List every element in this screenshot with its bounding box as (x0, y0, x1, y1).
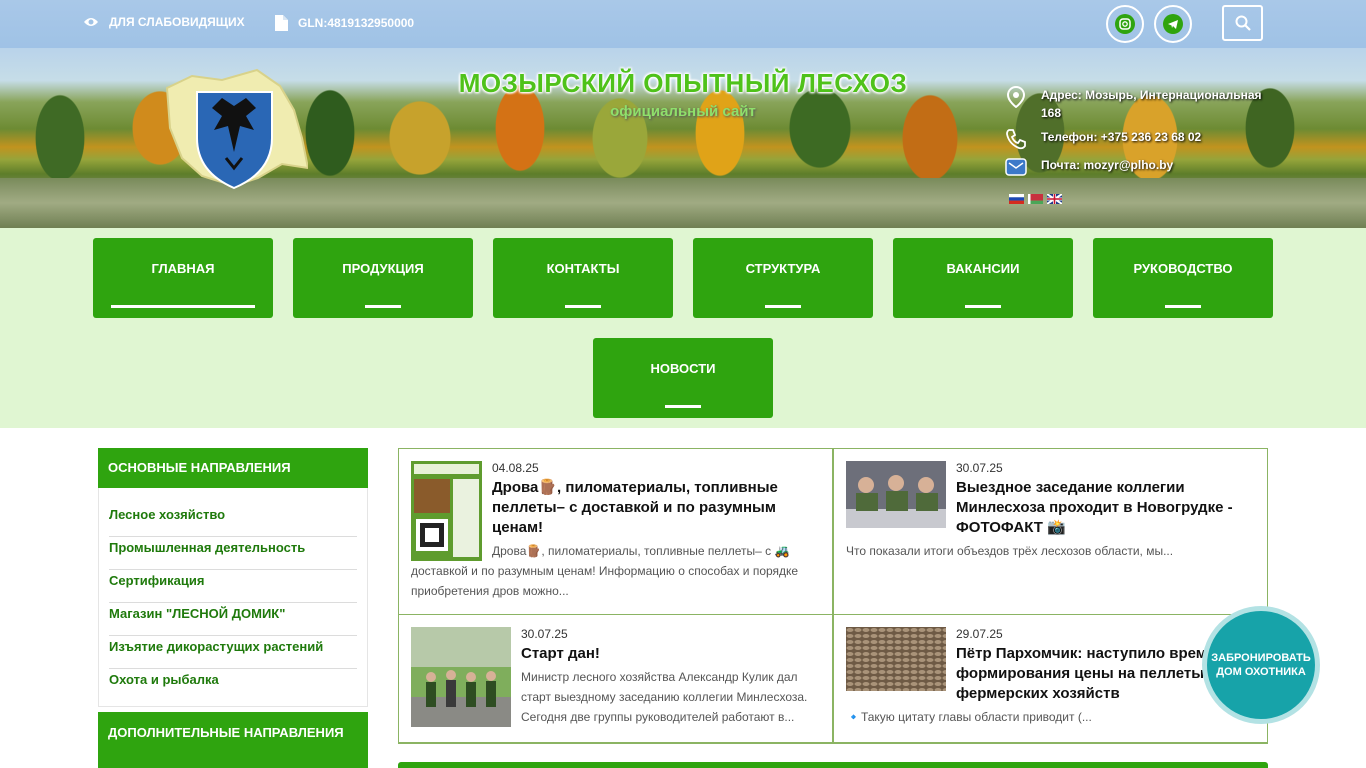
email-text: Почта: mozyr@plho.by (1041, 158, 1174, 172)
accessibility-link[interactable]: ДЛЯ СЛАБОВИДЯЩИХ (83, 15, 245, 29)
nav-item-vacancies[interactable]: ВАКАНСИИ (893, 238, 1073, 318)
sidebar-main-heading: ОСНОВНЫЕ НАПРАВЛЕНИЯ (98, 448, 368, 488)
nav-item-home[interactable]: ГЛАВНАЯ (93, 238, 273, 318)
nav-underline (765, 305, 801, 308)
nav-item-news[interactable]: НОВОСТИ (593, 338, 773, 418)
region-emblem-logo[interactable] (162, 68, 308, 190)
site-subtitle: официальный сайт (610, 103, 756, 120)
instagram-icon (1115, 14, 1135, 34)
nav-underline (1165, 305, 1201, 308)
news-title[interactable]: Дрова🪵, пиломатериалы, топливные пеллеты… (492, 478, 820, 538)
contact-address: Адрес: Мозырь, Интернациональная 168 (1005, 86, 1263, 122)
contact-phone[interactable]: Телефон: +375 236 23 68 02 (1005, 128, 1263, 150)
book-hunter-house-button[interactable]: ЗАБРОНИРОВАТЬ ДОМ ОХОТНИКА (1202, 606, 1320, 724)
sidebar-item-industry[interactable]: Промышленная деятельность (109, 537, 357, 570)
news-thumbnail[interactable] (411, 461, 482, 561)
site-title: МОЗЫРСКИЙ ОПЫТНЫЙ ЛЕСХОЗ (458, 68, 908, 98)
news-excerpt: 🔹Такую цитату главы области приводит (..… (846, 710, 1092, 724)
main-navigation: ГЛАВНАЯ ПРОДУКЦИЯ КОНТАКТЫ СТРУКТУРА ВАК… (0, 228, 1366, 428)
belarusian-flag-icon[interactable] (1028, 194, 1043, 204)
search-icon (1235, 15, 1251, 31)
sidebar-item-shop[interactable]: Магазин "ЛЕСНОЙ ДОМИК" (109, 603, 357, 636)
nav-item-structure[interactable]: СТРУКТУРА (693, 238, 873, 318)
sidebar-item-hunting-fishing[interactable]: Охота и рыбалка (109, 669, 357, 702)
nav-item-label: ВАКАНСИИ (946, 261, 1020, 276)
language-switcher (1009, 194, 1062, 204)
news-date: 30.07.25 (521, 627, 568, 641)
news-grid: 04.08.25 Дрова🪵, пиломатериалы, топливны… (398, 448, 1268, 744)
sidebar-item-certification[interactable]: Сертификация (109, 570, 357, 603)
phone-text: Телефон: +375 236 23 68 02 (1041, 130, 1202, 144)
nav-item-label: ГЛАВНАЯ (151, 261, 215, 276)
nav-item-label: СТРУКТУРА (745, 261, 821, 276)
news-thumbnail[interactable] (846, 461, 946, 528)
eye-icon (84, 18, 98, 26)
book-hunter-house-label: ЗАБРОНИРОВАТЬ ДОМ ОХОТНИКА (1207, 611, 1315, 719)
sidebar-item-wild-plants[interactable]: Изъятие дикорастущих растений (109, 636, 357, 669)
phone-icon (1006, 129, 1026, 150)
telegram-button[interactable] (1154, 5, 1192, 43)
document-icon (275, 15, 288, 31)
instagram-button[interactable] (1106, 5, 1144, 43)
nav-underline (665, 405, 701, 408)
telegram-icon (1163, 14, 1183, 34)
nav-item-products[interactable]: ПРОДУКЦИЯ (293, 238, 473, 318)
nav-item-label: НОВОСТИ (650, 361, 716, 376)
next-section-header (398, 762, 1268, 768)
address-text: Адрес: Мозырь, Интернациональная 168 (1041, 88, 1262, 120)
news-date: 04.08.25 (492, 461, 539, 475)
news-excerpt: Министр лесного хозяйства Александр Кули… (521, 670, 808, 724)
news-card[interactable]: 30.07.25 Выездное заседание коллегии Мин… (833, 448, 1268, 615)
news-date: 30.07.25 (956, 461, 1003, 475)
nav-underline (365, 305, 401, 308)
nav-item-management[interactable]: РУКОВОДСТВО (1093, 238, 1273, 318)
sidebar-item-forestry[interactable]: Лесное хозяйство (109, 504, 357, 537)
news-thumbnail[interactable] (846, 627, 946, 691)
nav-item-label: ПРОДУКЦИЯ (342, 261, 424, 276)
contact-email[interactable]: Почта: mozyr@plho.by (1005, 156, 1263, 178)
gln-info: GLN:4819132950000 (275, 15, 414, 31)
accessibility-label: ДЛЯ СЛАБОВИДЯЩИХ (109, 15, 245, 29)
russian-flag-icon[interactable] (1009, 194, 1024, 204)
news-card[interactable]: 30.07.25 Старт дан! Министр лесного хозя… (398, 614, 833, 744)
mail-icon (1005, 158, 1027, 176)
search-button[interactable] (1222, 5, 1263, 41)
header-banner: МОЗЫРСКИЙ ОПЫТНЫЙ ЛЕСХОЗ официальный сай… (0, 48, 1366, 228)
english-flag-icon[interactable] (1047, 194, 1062, 204)
gln-label: GLN:4819132950000 (298, 16, 415, 30)
news-card[interactable]: 04.08.25 Дрова🪵, пиломатериалы, топливны… (398, 448, 833, 615)
news-excerpt: Что показали итоги объездов трёх лесхозо… (846, 544, 1174, 558)
nav-item-contacts[interactable]: КОНТАКТЫ (493, 238, 673, 318)
nav-item-label: РУКОВОДСТВО (1133, 261, 1233, 276)
nav-underline (965, 305, 1001, 308)
nav-item-label: КОНТАКТЫ (546, 261, 620, 276)
nav-underline (565, 305, 601, 308)
news-title[interactable]: Старт дан! (521, 644, 820, 664)
sidebar-extra-heading: ДОПОЛНИТЕЛЬНЫЕ НАПРАВЛЕНИЯ (98, 712, 368, 768)
nav-active-underline (111, 305, 255, 308)
sidebar-main-list: Лесное хозяйство Промышленная деятельнос… (98, 488, 368, 707)
top-bar: ДЛЯ СЛАБОВИДЯЩИХ GLN:4819132950000 (0, 0, 1366, 48)
news-thumbnail[interactable] (411, 627, 511, 727)
news-title[interactable]: Выездное заседание коллегии Минлесхоза п… (956, 478, 1255, 538)
location-pin-icon (1006, 86, 1026, 108)
